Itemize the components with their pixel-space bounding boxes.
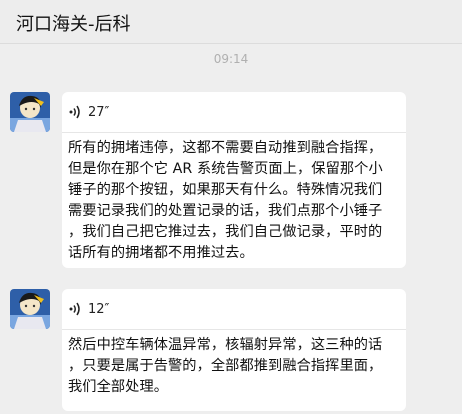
voice-play-control[interactable]: 12″: [68, 295, 109, 323]
chat-header: 河口海关-后科: [0, 0, 462, 44]
chat-title: 河口海关-后科: [16, 14, 131, 35]
bubble-divider: [62, 329, 406, 330]
voice-transcript-text: 然后中控车辆体温异常，核辐射异常，这三种的话 ，只要是属于告警的，全部都推到融合…: [68, 337, 383, 395]
bubble-divider: [62, 132, 406, 133]
voice-play-control[interactable]: 27″: [68, 98, 109, 126]
avatar[interactable]: [10, 289, 50, 329]
message-timestamp: 09:14: [213, 52, 249, 66]
voice-duration: 12″: [88, 301, 110, 317]
voice-message-bubble[interactable]: 12″ 然后中控车辆体温异常，核辐射异常，这三种的话 ，只要是属于告警的，全部都…: [62, 289, 406, 411]
voice-duration: 27″: [88, 104, 110, 120]
voice-message-bubble[interactable]: 27″ 所有的拥堵违停，这都不需要自动推到融合指挥， 但是你在那个它 AR 系统…: [62, 92, 406, 268]
voice-wave-icon: [69, 302, 80, 316]
avatar[interactable]: [10, 92, 50, 132]
voice-wave-icon: [69, 105, 80, 119]
voice-transcript-text: 所有的拥堵违停，这都不需要自动推到融合指挥， 但是你在那个它 AR 系统告警页面…: [68, 140, 383, 261]
